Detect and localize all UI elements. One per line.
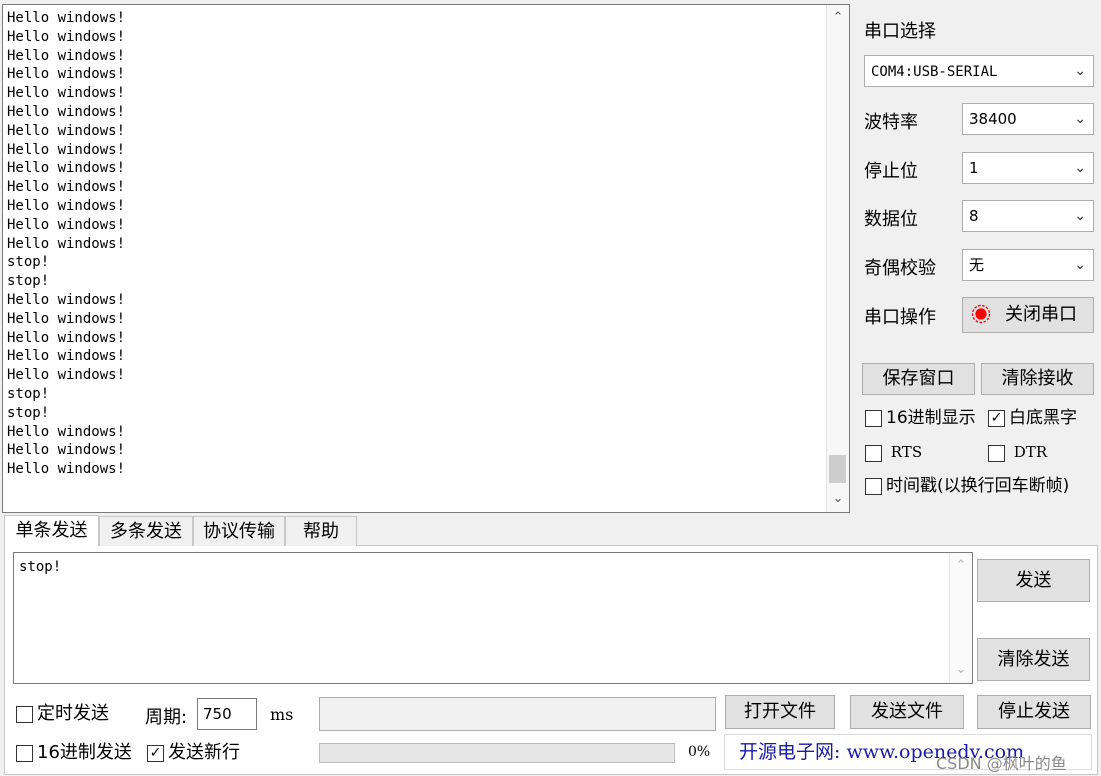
checkbox-box [865,409,882,427]
white-bg-label: 白底黑字 [1009,408,1077,428]
dtr-label: DTR [1013,443,1048,461]
tab-single-send[interactable]: 单条发送 [4,515,99,546]
checkbox-box [988,444,1005,462]
save-window-label: 保存窗口 [882,368,955,389]
parity-label: 奇偶校验 [864,258,936,279]
port-select[interactable]: COM4:USB-SERIAL ⌄ [864,55,1094,87]
period-label: 周期: [145,707,188,728]
stop-send-label: 停止发送 [998,701,1070,722]
stopbits-label: 停止位 [864,161,918,182]
stopbits-select[interactable]: 1 ⌄ [962,152,1094,184]
send-file-button[interactable]: 发送文件 [850,695,964,729]
close-port-button[interactable]: 关闭串口 [962,297,1094,333]
chevron-down-icon: ⌄ [1074,160,1086,176]
close-port-label: 关闭串口 [1005,304,1077,325]
checkmark-icon: ✓ [988,409,1005,427]
checkbox-box [865,444,882,462]
open-file-label: 打开文件 [744,701,816,722]
port-select-value: COM4:USB-SERIAL [871,64,998,80]
port-op-label: 串口操作 [864,307,936,328]
file-path-field[interactable] [319,697,716,731]
timed-send-checkbox[interactable]: 定时发送 [16,702,109,726]
dtr-checkbox[interactable]: DTR [988,441,1047,463]
tab-help[interactable]: 帮助 [285,516,357,546]
send-file-label: 发送文件 [871,701,943,722]
scroll-up-icon[interactable]: ⌃ [827,7,849,29]
port-select-label: 串口选择 [864,21,936,42]
open-file-button[interactable]: 打开文件 [725,695,835,729]
checkbox-box [865,477,882,495]
stop-send-button[interactable]: 停止发送 [977,695,1091,729]
send-progress-bar [319,743,675,763]
tab-label: 协议传输 [203,521,275,542]
receive-scrollbar[interactable]: ⌃ ⌄ [826,5,849,512]
period-input[interactable]: 750 [197,698,257,730]
rts-label: RTS [890,443,923,461]
receive-textarea[interactable]: Hello windows! Hello windows! Hello wind… [2,4,850,513]
period-value: 750 [203,705,232,723]
parity-select[interactable]: 无 ⌄ [962,249,1094,281]
databits-label: 数据位 [864,209,918,230]
tab-protocol[interactable]: 协议传输 [193,516,285,546]
chevron-down-icon: ⌄ [1074,63,1086,79]
send-newline-checkbox[interactable]: ✓ 发送新行 [147,741,240,765]
clear-receive-button[interactable]: 清除接收 [981,363,1094,395]
hex-display-label: 16进制显示 [886,408,976,428]
baud-select-value: 38400 [969,110,1017,128]
save-window-button[interactable]: 保存窗口 [862,363,975,395]
clear-send-label: 清除发送 [997,649,1070,670]
rts-checkbox[interactable]: RTS [865,441,922,463]
chevron-down-icon: ⌄ [1074,208,1086,224]
checkbox-box [16,744,33,762]
scroll-down-icon[interactable]: ⌄ [950,659,972,681]
period-unit: ms [270,705,294,724]
hex-send-checkbox[interactable]: 16进制发送 [16,741,132,765]
databits-select[interactable]: 8 ⌄ [962,200,1094,232]
send-button[interactable]: 发送 [977,559,1090,602]
watermark: CSDN @枫叶的鱼 [936,754,1067,773]
white-bg-checkbox[interactable]: ✓ 白底黑字 [988,407,1077,429]
scroll-down-icon[interactable]: ⌄ [827,488,849,510]
send-text: stop! [19,559,62,575]
stopbits-select-value: 1 [969,159,979,177]
parity-select-value: 无 [969,256,985,274]
timed-send-label: 定时发送 [37,703,109,724]
send-label: 发送 [1015,570,1052,591]
tab-multi-send[interactable]: 多条发送 [99,516,193,546]
checkmark-icon: ✓ [147,744,164,762]
chevron-down-icon: ⌄ [1074,111,1086,127]
hex-display-checkbox[interactable]: 16进制显示 [865,407,976,429]
port-status-indicator-icon [971,304,991,324]
progress-text: 0% [688,744,711,760]
tab-label: 帮助 [303,521,339,542]
receive-text: Hello windows! Hello windows! Hello wind… [7,10,126,478]
databits-select-value: 8 [969,207,979,225]
send-newline-label: 发送新行 [168,742,240,763]
scroll-up-icon[interactable]: ⌃ [950,555,972,577]
scroll-thumb[interactable] [829,455,846,483]
baud-select[interactable]: 38400 ⌄ [962,103,1094,135]
timestamp-label: 时间戳(以换行回车断帧) [886,476,1070,496]
clear-send-button[interactable]: 清除发送 [977,638,1090,681]
hex-send-label: 16进制发送 [37,742,132,763]
timestamp-checkbox[interactable]: 时间戳(以换行回车断帧) [865,475,1069,497]
chevron-down-icon: ⌄ [1074,257,1086,273]
tab-label: 单条发送 [15,520,88,541]
send-textarea[interactable]: stop! ⌃ ⌄ [13,552,973,684]
send-scrollbar[interactable]: ⌃ ⌄ [949,553,972,683]
tab-label: 多条发送 [110,521,182,542]
baud-label: 波特率 [864,112,918,133]
clear-receive-label: 清除接收 [1001,368,1074,389]
checkbox-box [16,705,33,723]
